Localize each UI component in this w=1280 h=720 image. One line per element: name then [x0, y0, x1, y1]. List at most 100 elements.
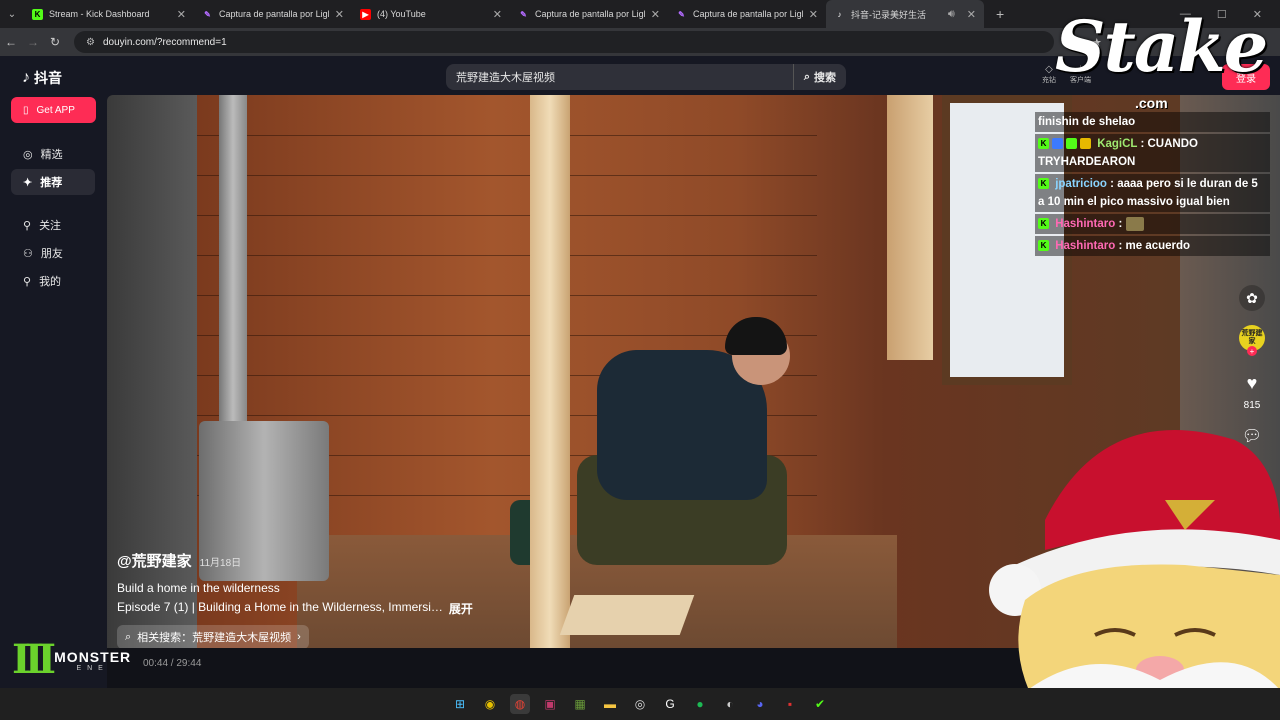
- sidebar-item-label: 我的: [39, 276, 62, 288]
- chat-text: :: [1118, 218, 1123, 230]
- url-text: douyin.com/?recommend=1: [102, 36, 227, 48]
- chat-message: K Hashintaro : me acuerdo: [1035, 236, 1270, 256]
- lightshot-icon: ✎: [204, 9, 211, 19]
- close-icon[interactable]: ✕: [493, 8, 502, 21]
- santa-cat-avatar: [989, 430, 1280, 720]
- close-icon[interactable]: ✕: [967, 8, 976, 21]
- shuffle-icon[interactable]: ✿: [1239, 285, 1265, 311]
- kick-badge-icon: K: [1038, 178, 1049, 190]
- lightshot-icon: ✎: [520, 9, 527, 19]
- norton-icon[interactable]: ◉: [480, 694, 500, 714]
- search-button-label: 搜索: [814, 72, 836, 84]
- minecraft-icon[interactable]: ▦: [570, 694, 590, 714]
- chat-message: K Hashintaro :: [1035, 214, 1270, 234]
- tab-3[interactable]: ✎ Captura de pantalla por Lightsh ✕: [510, 0, 668, 28]
- recharge-button[interactable]: ◇ 充钻: [1042, 64, 1056, 85]
- forward-icon[interactable]: →: [22, 35, 44, 49]
- new-tab-button[interactable]: +: [996, 6, 1004, 22]
- compass-icon: ◎: [23, 148, 33, 161]
- emote-icon: [1125, 216, 1144, 231]
- gift-badge-icon: [1066, 138, 1077, 150]
- tab-search-icon[interactable]: ⌄: [0, 0, 24, 28]
- discord-icon[interactable]: ◕: [750, 694, 770, 714]
- related-search-button[interactable]: ⌕ 相关搜索：荒野建造大木屋视频 ›: [117, 625, 309, 648]
- site-info-icon[interactable]: ⚙: [86, 37, 95, 48]
- monster-logo: III MONSTER ENE: [12, 640, 131, 680]
- obs-icon[interactable]: ◎: [630, 694, 650, 714]
- windows-icon[interactable]: ⊞: [450, 694, 470, 714]
- sidebar-item-label: 关注: [39, 220, 62, 232]
- follow-icon: ⚲: [23, 219, 32, 232]
- chat-text: finishin de shelao: [1038, 116, 1136, 128]
- recharge-label: 充钻: [1042, 77, 1056, 84]
- tab-title: Captura de pantalla por Lightsh: [535, 9, 645, 19]
- diamond-icon: ◇: [1045, 64, 1053, 75]
- douyin-icon: ♪: [837, 9, 842, 19]
- chevron-right-icon: ›: [297, 631, 301, 643]
- related-search-label: 相关搜索：荒野建造大木屋视频: [137, 632, 292, 644]
- kick-badge-icon: K: [1038, 218, 1049, 230]
- chrome-icon[interactable]: ◍: [510, 694, 530, 714]
- reload-icon[interactable]: ↻: [44, 35, 66, 49]
- sidebar-item-friends[interactable]: ⚇ 朋友: [11, 240, 95, 266]
- g-hub-icon[interactable]: G: [660, 694, 680, 714]
- steam-icon[interactable]: ◐: [720, 694, 740, 714]
- tab-0[interactable]: K Stream - Kick Dashboard ✕: [24, 0, 194, 28]
- tab-2[interactable]: ▶ (4) YouTube ✕: [352, 0, 510, 28]
- search-icon: ⌕: [803, 70, 810, 83]
- kick-app-icon[interactable]: ✔: [810, 694, 830, 714]
- chat-text: : me acuerdo: [1118, 240, 1191, 252]
- heart-icon[interactable]: ♥: [1239, 370, 1265, 396]
- tab-5[interactable]: ♪ 抖音-记录美好生活 🔊︎ ✕: [826, 0, 984, 28]
- chat-user: jpatricioo: [1055, 178, 1107, 190]
- close-icon[interactable]: ✕: [335, 8, 344, 21]
- windows-taskbar: ⊞ ◉ ◍ ▣ ▦ ▬ ◎ G ● ◐ ◕ ▪ ✔: [0, 688, 1280, 720]
- friends-icon: ⚇: [23, 247, 33, 260]
- close-icon[interactable]: ✕: [809, 8, 818, 21]
- chat-message: K KagiCL : CUANDO TRYHARDEARON: [1035, 134, 1270, 172]
- tab-title: Stream - Kick Dashboard: [49, 9, 150, 19]
- chat-message: finishin de shelao: [1035, 112, 1270, 132]
- phone-icon: ▯: [23, 104, 29, 116]
- chat-user: KagiCL: [1097, 138, 1138, 150]
- chat-message: K jpatricioo : aaaa pero si le duran de …: [1035, 174, 1270, 212]
- logo-text: 抖音: [34, 70, 62, 86]
- stream-chat-overlay: finishin de shelao K KagiCL : CUANDO TRY…: [1035, 112, 1270, 258]
- user-icon: ⚲: [23, 275, 32, 288]
- author-name[interactable]: @荒野建家: [117, 550, 192, 571]
- douyin-logo[interactable]: ♪ 抖音: [22, 68, 62, 88]
- tab-4[interactable]: ✎ Captura de pantalla por Lightsh ✕: [668, 0, 826, 28]
- folder-icon[interactable]: ▬: [600, 694, 620, 714]
- search-button[interactable]: ⌕ 搜索: [792, 64, 846, 90]
- speaker-icon[interactable]: 🔊︎: [948, 8, 955, 21]
- chat-user: Hashintaro: [1055, 218, 1116, 230]
- chat-user: Hashintaro: [1055, 240, 1116, 252]
- sidebar-item-featured[interactable]: ◎ 精选: [11, 141, 95, 167]
- get-app-label: Get APP: [36, 104, 75, 116]
- video-editor-icon[interactable]: ▣: [540, 694, 560, 714]
- stake-logo: Stake: [1055, 5, 1268, 88]
- window-post: [887, 95, 933, 360]
- douyin-note-icon: ♪: [22, 69, 30, 86]
- get-app-button[interactable]: ▯ Get APP: [11, 97, 96, 123]
- lumber-boards: [559, 595, 695, 635]
- meta-icon[interactable]: ▪: [780, 694, 800, 714]
- sidebar-item-follow[interactable]: ⚲ 关注: [11, 212, 95, 238]
- monster-sub: ENE: [76, 664, 109, 672]
- tab-title: Captura de pantalla por Lightsh: [693, 9, 803, 19]
- follow-plus-icon[interactable]: +: [1247, 346, 1257, 356]
- expand-button[interactable]: 展开: [449, 600, 473, 617]
- sidebar-item-recommend[interactable]: ✦ 推荐: [11, 169, 95, 195]
- sidebar-item-label: 推荐: [40, 177, 63, 189]
- url-field[interactable]: ⚙ douyin.com/?recommend=1: [74, 31, 1054, 53]
- search-input[interactable]: 荒野建造大木屋视频 ⌕ 搜索: [446, 64, 846, 90]
- spotify-icon[interactable]: ●: [690, 694, 710, 714]
- sidebar-item-mine[interactable]: ⚲ 我的: [11, 268, 95, 294]
- tab-1[interactable]: ✎ Captura de pantalla por Lightsh ✕: [194, 0, 352, 28]
- search-text: 荒野建造大木屋视频: [456, 72, 555, 84]
- kick-icon: K: [32, 8, 43, 20]
- crown-badge-icon: [1080, 138, 1091, 150]
- close-icon[interactable]: ✕: [177, 8, 186, 21]
- back-icon[interactable]: ←: [0, 35, 22, 49]
- close-icon[interactable]: ✕: [651, 8, 660, 21]
